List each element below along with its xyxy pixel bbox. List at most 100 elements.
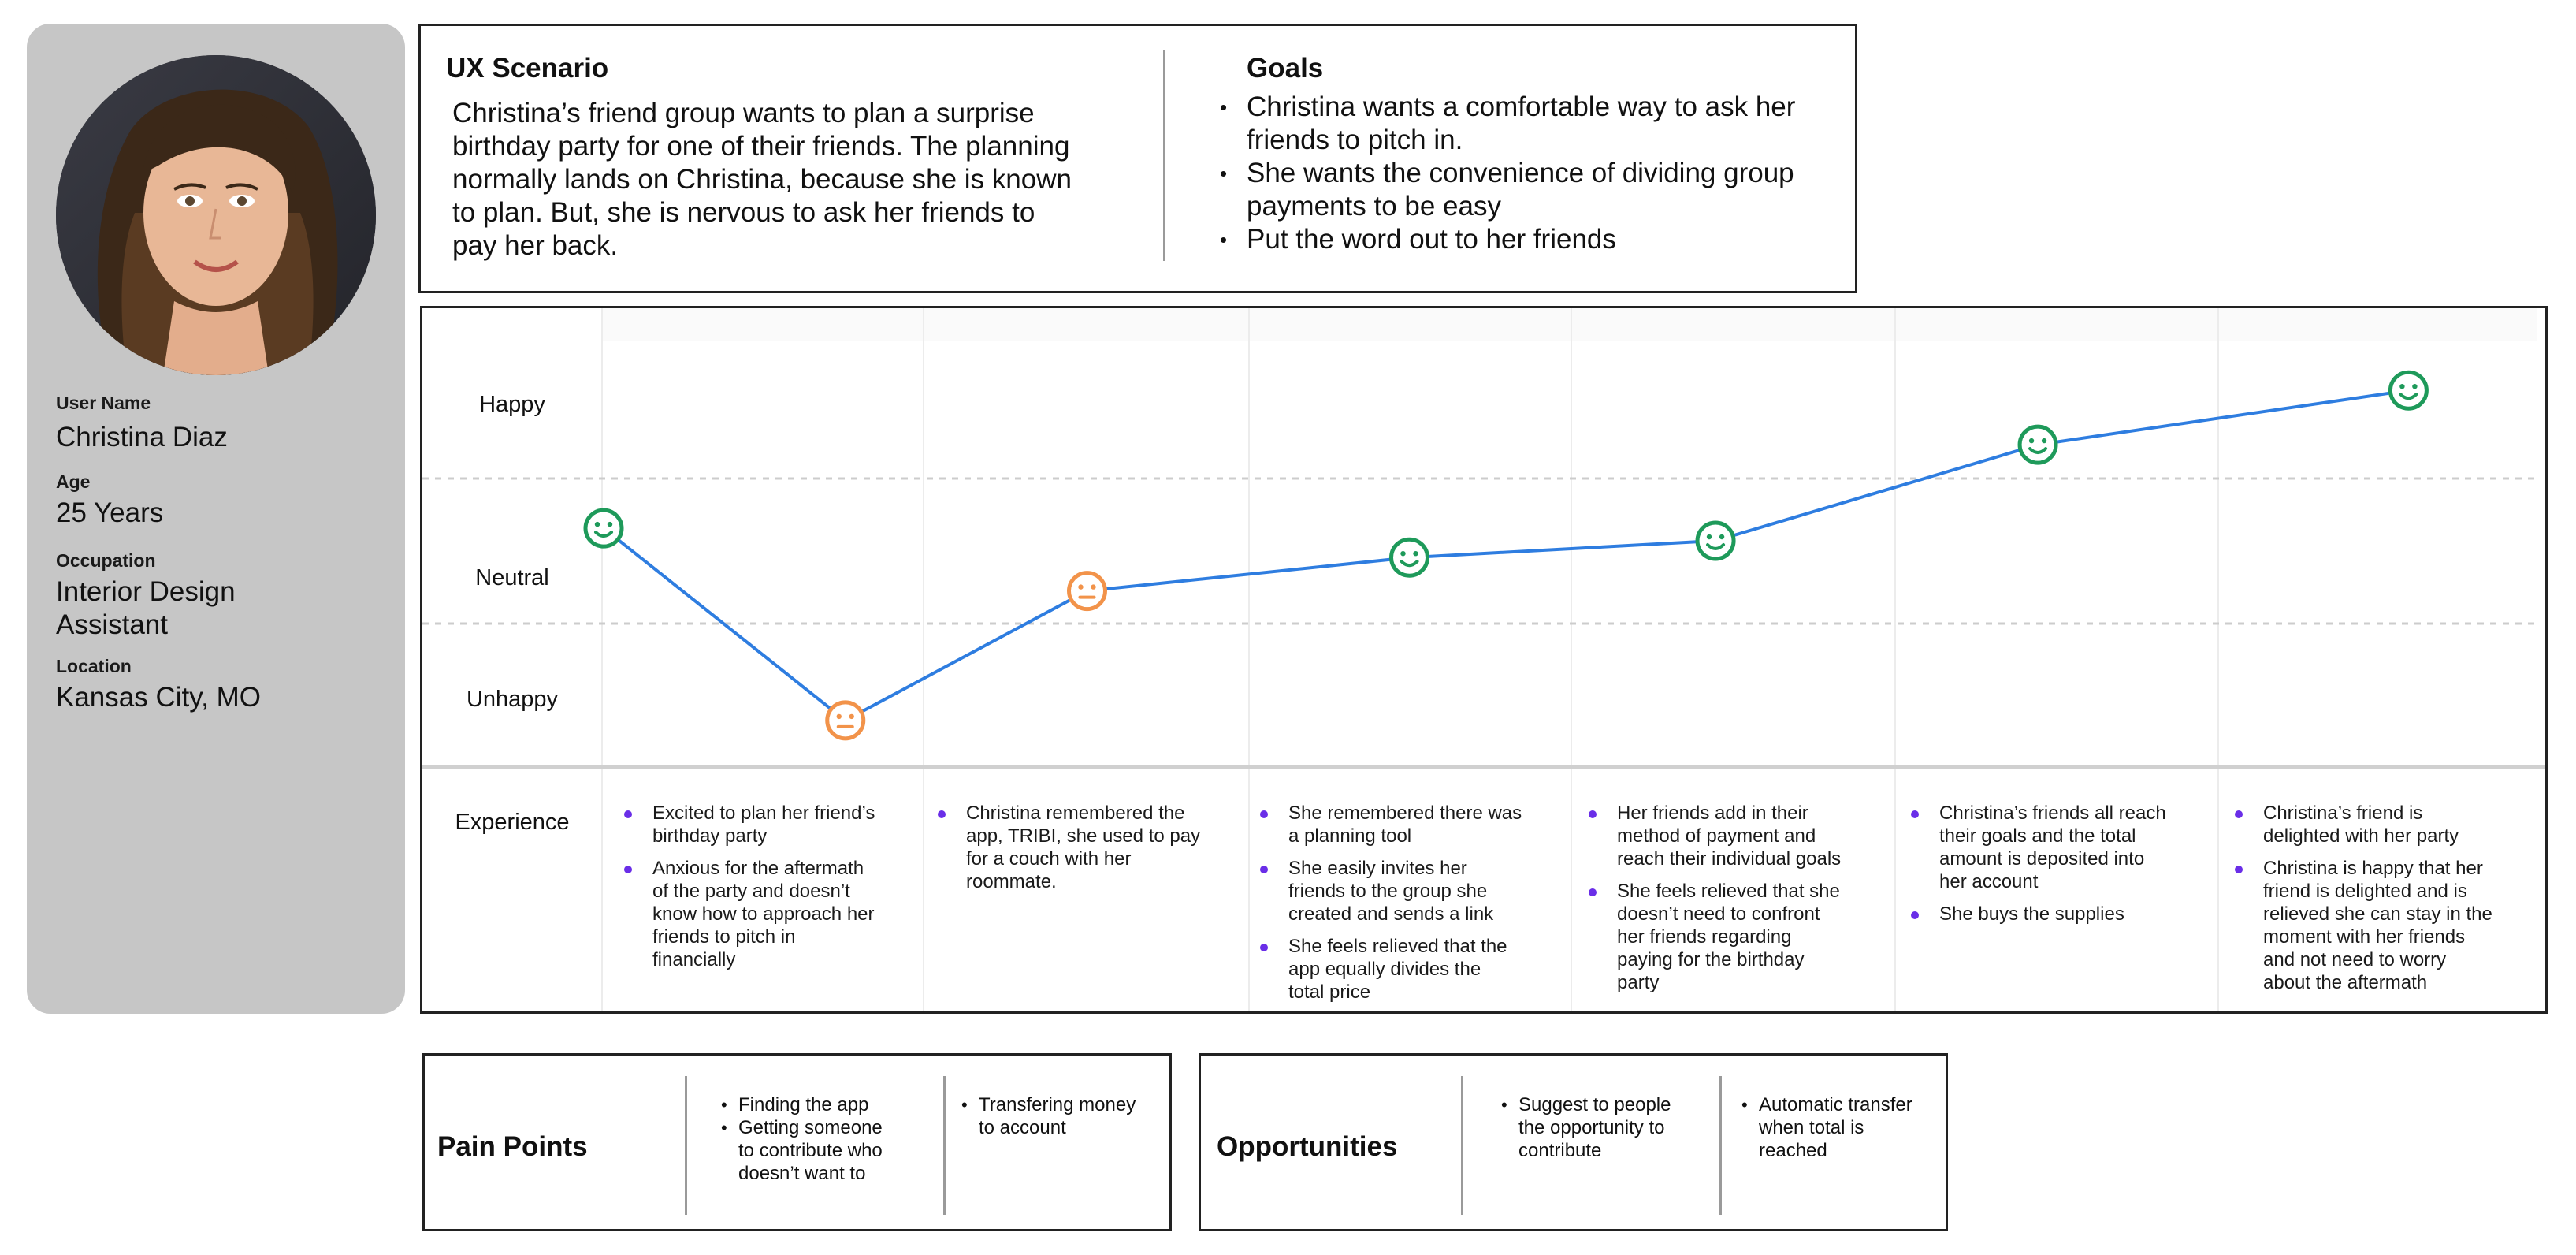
experience-line: their goals and the total	[1939, 825, 2136, 847]
experience-line: created and sends a link	[1288, 903, 1494, 925]
row-label-happy: Happy	[479, 392, 545, 417]
journey-map: Happy Neutral Unhappy Experience Excited…	[420, 306, 2548, 1014]
experience-line: friend is delighted and is	[2263, 881, 2467, 902]
experience-line: reach their individual goals	[1617, 848, 1842, 870]
emotion-line-segment	[1715, 443, 2039, 542]
scenario-box: UX Scenario Christina’s friend group wan…	[418, 24, 1857, 293]
experience-item: Her friends add in their method of payme…	[1589, 802, 1872, 870]
experience-item: She remembered there was a planning tool	[1260, 802, 1544, 847]
experience-line: moment with her friends	[2263, 926, 2466, 948]
goal-line: She wants the convenience of dividing gr…	[1247, 158, 1794, 188]
goals-list: Christina wants a comfortable way to ask…	[1220, 91, 1869, 256]
goal-line: Christina wants a comfortable way to ask…	[1247, 91, 1796, 122]
opportunity-line: contribute	[1518, 1140, 1602, 1161]
pain-point-item: Transfering money to account	[961, 1093, 1166, 1139]
pain-point-item: Getting someone to contribute who doesn’…	[721, 1116, 918, 1185]
experience-column-6: Christina’s friend is delighted with her…	[2235, 802, 2518, 1004]
goal-line: payments to be easy	[1247, 191, 1501, 222]
experience-line: She feels relieved that the	[1288, 936, 1507, 957]
occupation-value-line2: Assistant	[56, 609, 168, 640]
experience-line: app, TRIBI, she used to pay	[966, 825, 1201, 847]
goal-item: Put the word out to her friends	[1220, 223, 1869, 256]
scenario-line: pay her back.	[452, 230, 619, 261]
opportunities-title: Opportunities	[1217, 1131, 1398, 1162]
experience-line: Her friends add in their	[1617, 803, 1808, 824]
experience-line: friends to the group she	[1288, 881, 1488, 902]
opportunities-box: Opportunities Suggest to people the oppo…	[1199, 1053, 1948, 1231]
pain-point-line: Transfering money	[979, 1094, 1136, 1115]
experience-column-1: Excited to plan her friend’s birthday pa…	[624, 802, 908, 981]
experience-item: She easily invites her friends to the gr…	[1260, 857, 1544, 925]
experience-column-5: Christina’s friends all reach their goal…	[1911, 802, 2195, 935]
opportunity-line: reached	[1759, 1140, 1827, 1161]
experience-item: She buys the supplies	[1911, 903, 2195, 925]
experience-line: Excited to plan her friend’s	[652, 803, 875, 824]
experience-column-3: She remembered there was a planning tool…	[1260, 802, 1544, 1013]
persona-card: User Name Christina Diaz Age 25 Years Oc…	[27, 24, 405, 1014]
experience-line: financially	[652, 949, 736, 970]
experience-line: friends to pitch in	[652, 926, 796, 948]
goal-line: Put the word out to her friends	[1247, 224, 1616, 255]
pain-point-line: to contribute who	[738, 1140, 883, 1161]
pain-points-list-1: Finding the app Getting someone to contr…	[721, 1093, 918, 1185]
age-value: 25 Years	[56, 497, 164, 528]
experience-item: Excited to plan her friend’s birthday pa…	[624, 802, 908, 847]
experience-line: Christina’s friends all reach	[1939, 803, 2166, 824]
scenario-line: birthday party for one of their friends.…	[452, 131, 1070, 162]
experience-line: know how to approach her	[652, 903, 875, 925]
user-name-label: User Name	[56, 393, 151, 413]
neutral-face-icon	[825, 700, 866, 741]
location-label: Location	[56, 656, 132, 676]
experience-line: her account	[1939, 871, 2039, 892]
avatar-portrait	[56, 55, 376, 375]
opportunity-line: Automatic transfer	[1759, 1094, 1912, 1115]
opportunities-list-1: Suggest to people the opportunity to con…	[1501, 1093, 1698, 1162]
opportunities-list-2: Automatic transfer when total is reached	[1741, 1093, 1942, 1162]
experience-line: app equally divides the	[1288, 959, 1481, 980]
pain-point-line: Getting someone	[738, 1117, 883, 1138]
happy-face-icon	[583, 508, 624, 549]
pain-point-line: Finding the app	[738, 1094, 869, 1115]
experience-line: delighted with her party	[2263, 825, 2459, 847]
goal-item: Christina wants a comfortable way to ask…	[1220, 91, 1869, 157]
pain-point-line: to account	[979, 1117, 1066, 1138]
experience-line: relieved she can stay in the	[2263, 903, 2492, 925]
experience-line: birthday party	[652, 825, 768, 847]
scenario-line: to plan. But, she is nervous to ask her …	[452, 197, 1035, 228]
experience-line: about the aftermath	[2263, 972, 2428, 993]
user-name-value: Christina Diaz	[56, 422, 228, 452]
pain-points-box: Pain Points Finding the app Getting some…	[422, 1053, 1172, 1231]
pain-points-list-2: Transfering money to account	[961, 1093, 1166, 1139]
pain-points-divider-1	[685, 1076, 687, 1215]
opportunities-divider-1	[1461, 1076, 1463, 1215]
pain-point-line: doesn’t want to	[738, 1163, 866, 1184]
pain-points-title: Pain Points	[437, 1131, 588, 1162]
opportunity-line: Suggest to people	[1518, 1094, 1671, 1115]
experience-column-2: Christina remembered the app, TRIBI, she…	[938, 802, 1221, 903]
occupation-value-line1: Interior Design	[56, 576, 236, 607]
experience-line: for a couch with her	[966, 848, 1132, 870]
opportunities-divider-2	[1719, 1076, 1722, 1215]
opportunity-line: the opportunity to	[1518, 1117, 1665, 1138]
experience-item: She feels relieved that she doesn’t need…	[1589, 880, 1872, 994]
experience-line: of the party and doesn’t	[652, 881, 850, 902]
pain-points-divider-2	[943, 1076, 946, 1215]
experience-line: amount is deposited into	[1939, 848, 2145, 870]
ux-scenario-title: UX Scenario	[446, 53, 609, 84]
experience-line: and not need to worry	[2263, 949, 2447, 970]
experience-line: Christina is happy that her	[2263, 858, 2483, 879]
experience-line: party	[1617, 972, 1660, 993]
experience-line: method of payment and	[1617, 825, 1816, 847]
experience-line: Christina remembered the	[966, 803, 1185, 824]
experience-line: She feels relieved that she	[1617, 881, 1840, 902]
experience-item: Christina’s friend is delighted with her…	[2235, 802, 2518, 847]
experience-line: Anxious for the aftermath	[652, 858, 864, 879]
emotion-line-group	[602, 389, 2409, 722]
experience-line: doesn’t need to confront	[1617, 903, 1820, 925]
happy-face-icon	[2017, 424, 2058, 465]
emotion-line-segment	[844, 589, 1088, 722]
happy-face-icon	[2388, 370, 2429, 411]
opportunity-item: Automatic transfer when total is reached	[1741, 1093, 1942, 1162]
experience-item: Christina’s friends all reach their goal…	[1911, 802, 2195, 893]
chart-header-band	[602, 308, 2537, 341]
